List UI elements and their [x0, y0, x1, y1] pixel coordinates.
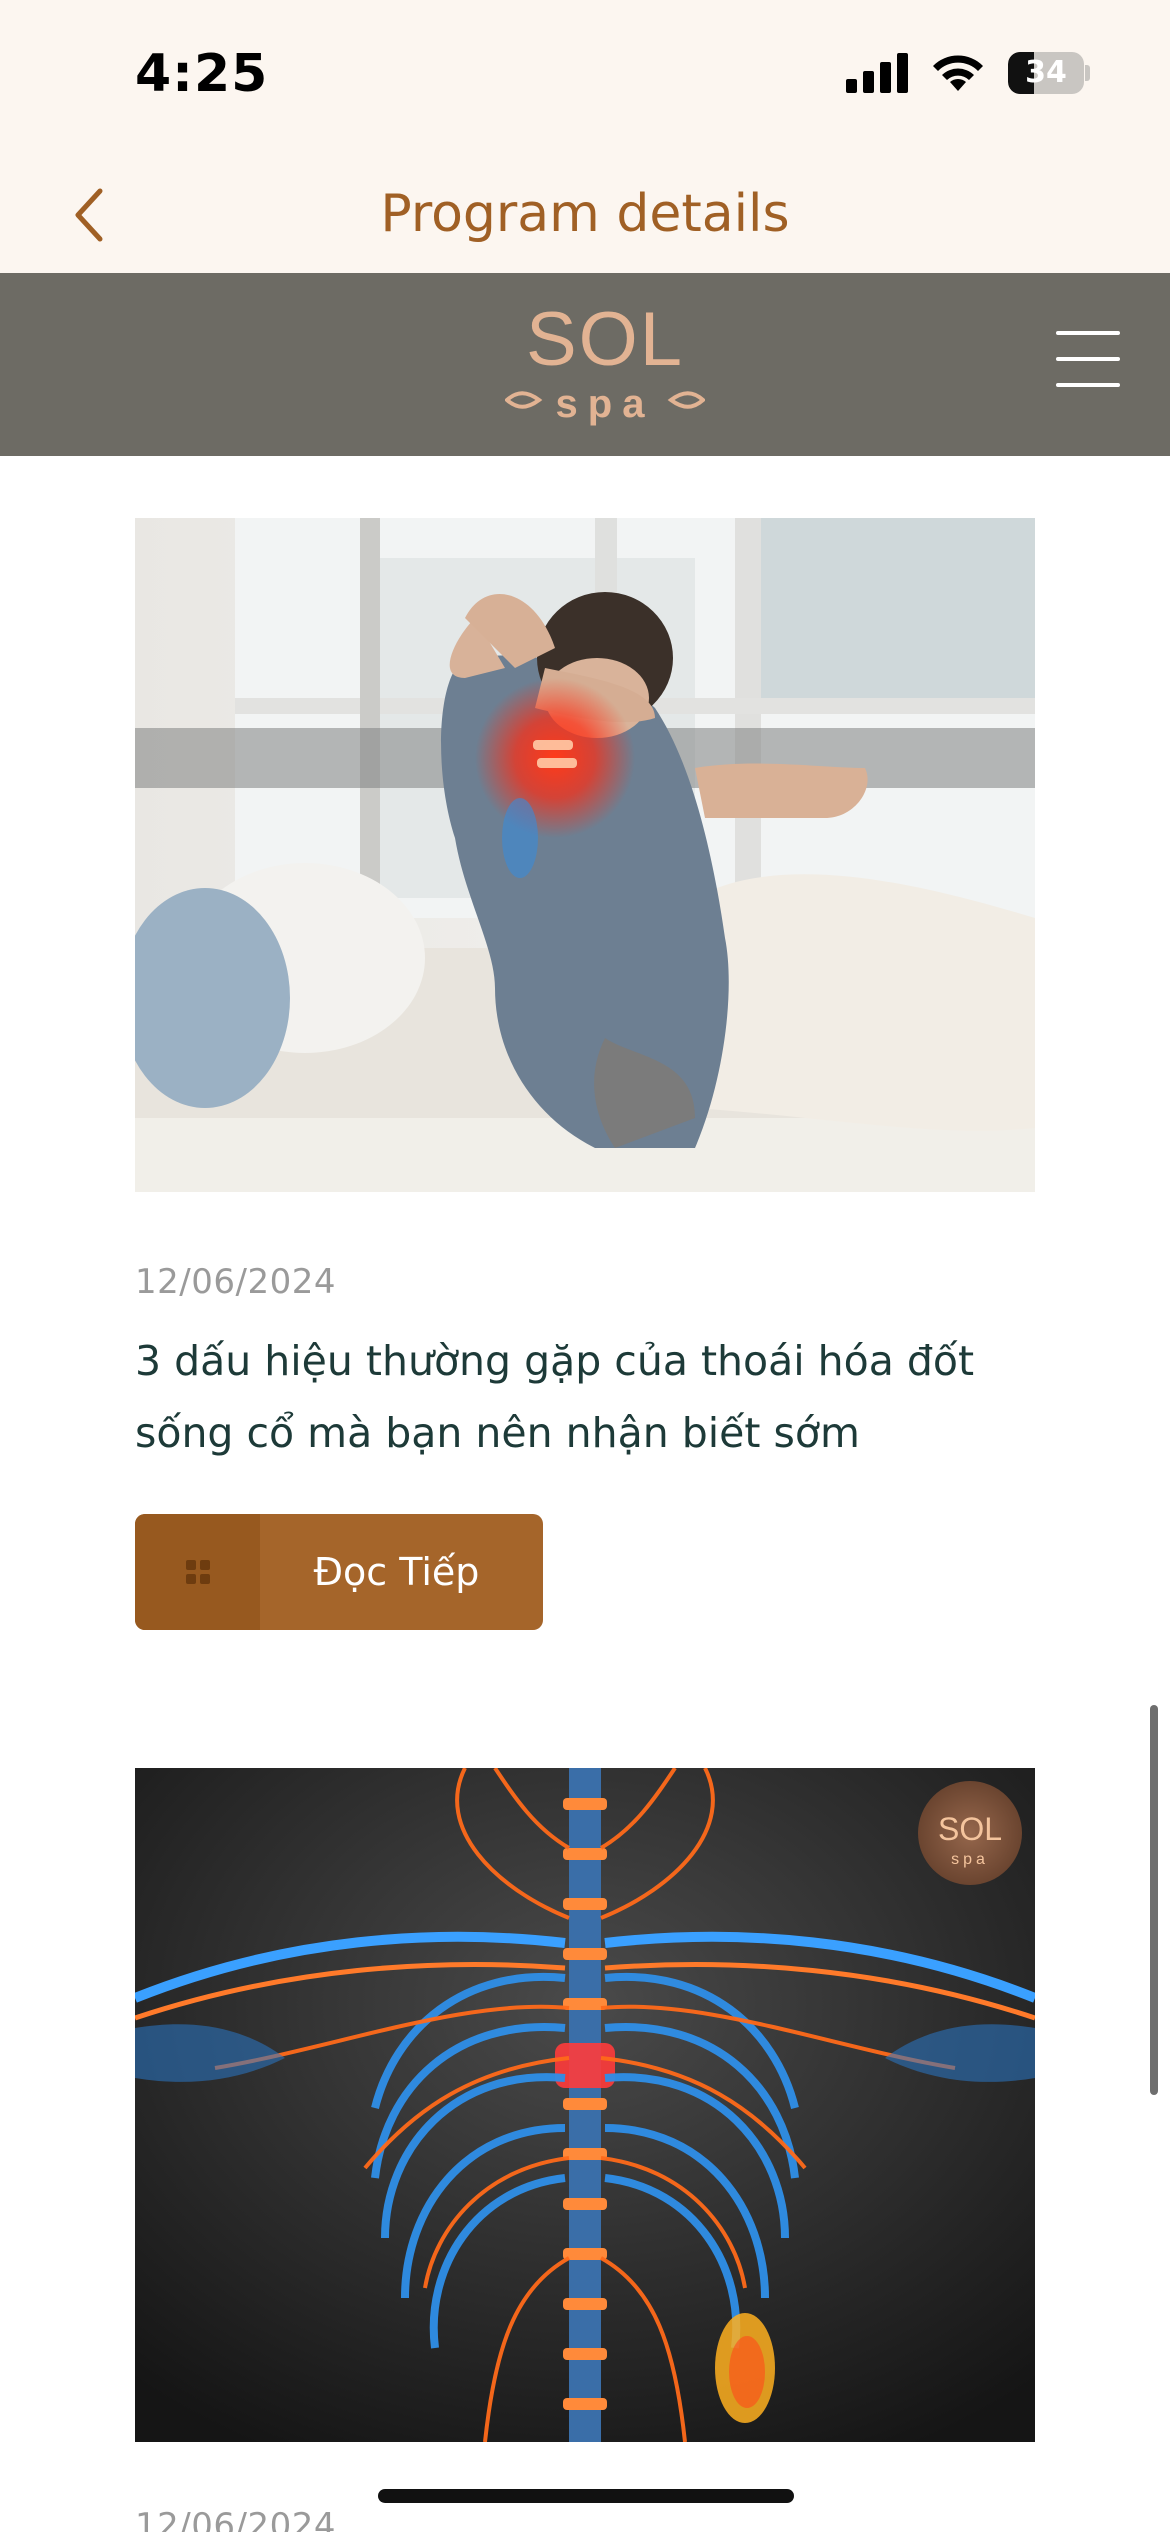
- cellular-signal-icon: [846, 53, 908, 93]
- battery-icon: 34: [1008, 52, 1090, 94]
- read-more-button[interactable]: Đọc Tiếp: [135, 1514, 543, 1630]
- logo-sub: spa: [556, 382, 655, 426]
- read-more-label: Đọc Tiếp: [313, 1550, 480, 1594]
- logo-text: SOL: [526, 297, 684, 382]
- grid-icon: [185, 1560, 210, 1584]
- post-image-spine[interactable]: SOL spa: [135, 1768, 1035, 2442]
- status-icons: 34: [846, 52, 1090, 94]
- home-indicator[interactable]: [378, 2489, 794, 2503]
- nav-header: Program details: [0, 155, 1170, 273]
- back-button[interactable]: [50, 175, 130, 255]
- badge-logo-sub: spa: [951, 1851, 989, 1868]
- wifi-icon: [933, 55, 983, 91]
- hamburger-menu-icon[interactable]: [1050, 331, 1122, 391]
- page-title: Program details: [380, 184, 790, 244]
- badge-logo-text: SOL: [938, 1811, 1002, 1847]
- sol-spa-logo[interactable]: SOL spa: [505, 295, 705, 435]
- scrollbar[interactable]: [1150, 1705, 1158, 2095]
- post-date: 12/06/2024: [135, 1262, 336, 1302]
- status-bar: 4:25 34: [0, 0, 1170, 155]
- status-time: 4:25: [135, 44, 269, 104]
- post-title[interactable]: 3 dấu hiệu thường gặp của thoái hóa đốt …: [135, 1325, 1035, 1469]
- chevron-left-icon: [75, 188, 103, 242]
- post-date: 12/06/2024: [135, 2506, 336, 2532]
- battery-level: 34: [1025, 55, 1067, 90]
- site-header: SOL spa: [0, 273, 1170, 456]
- post-image-neck-pain[interactable]: [135, 518, 1035, 1192]
